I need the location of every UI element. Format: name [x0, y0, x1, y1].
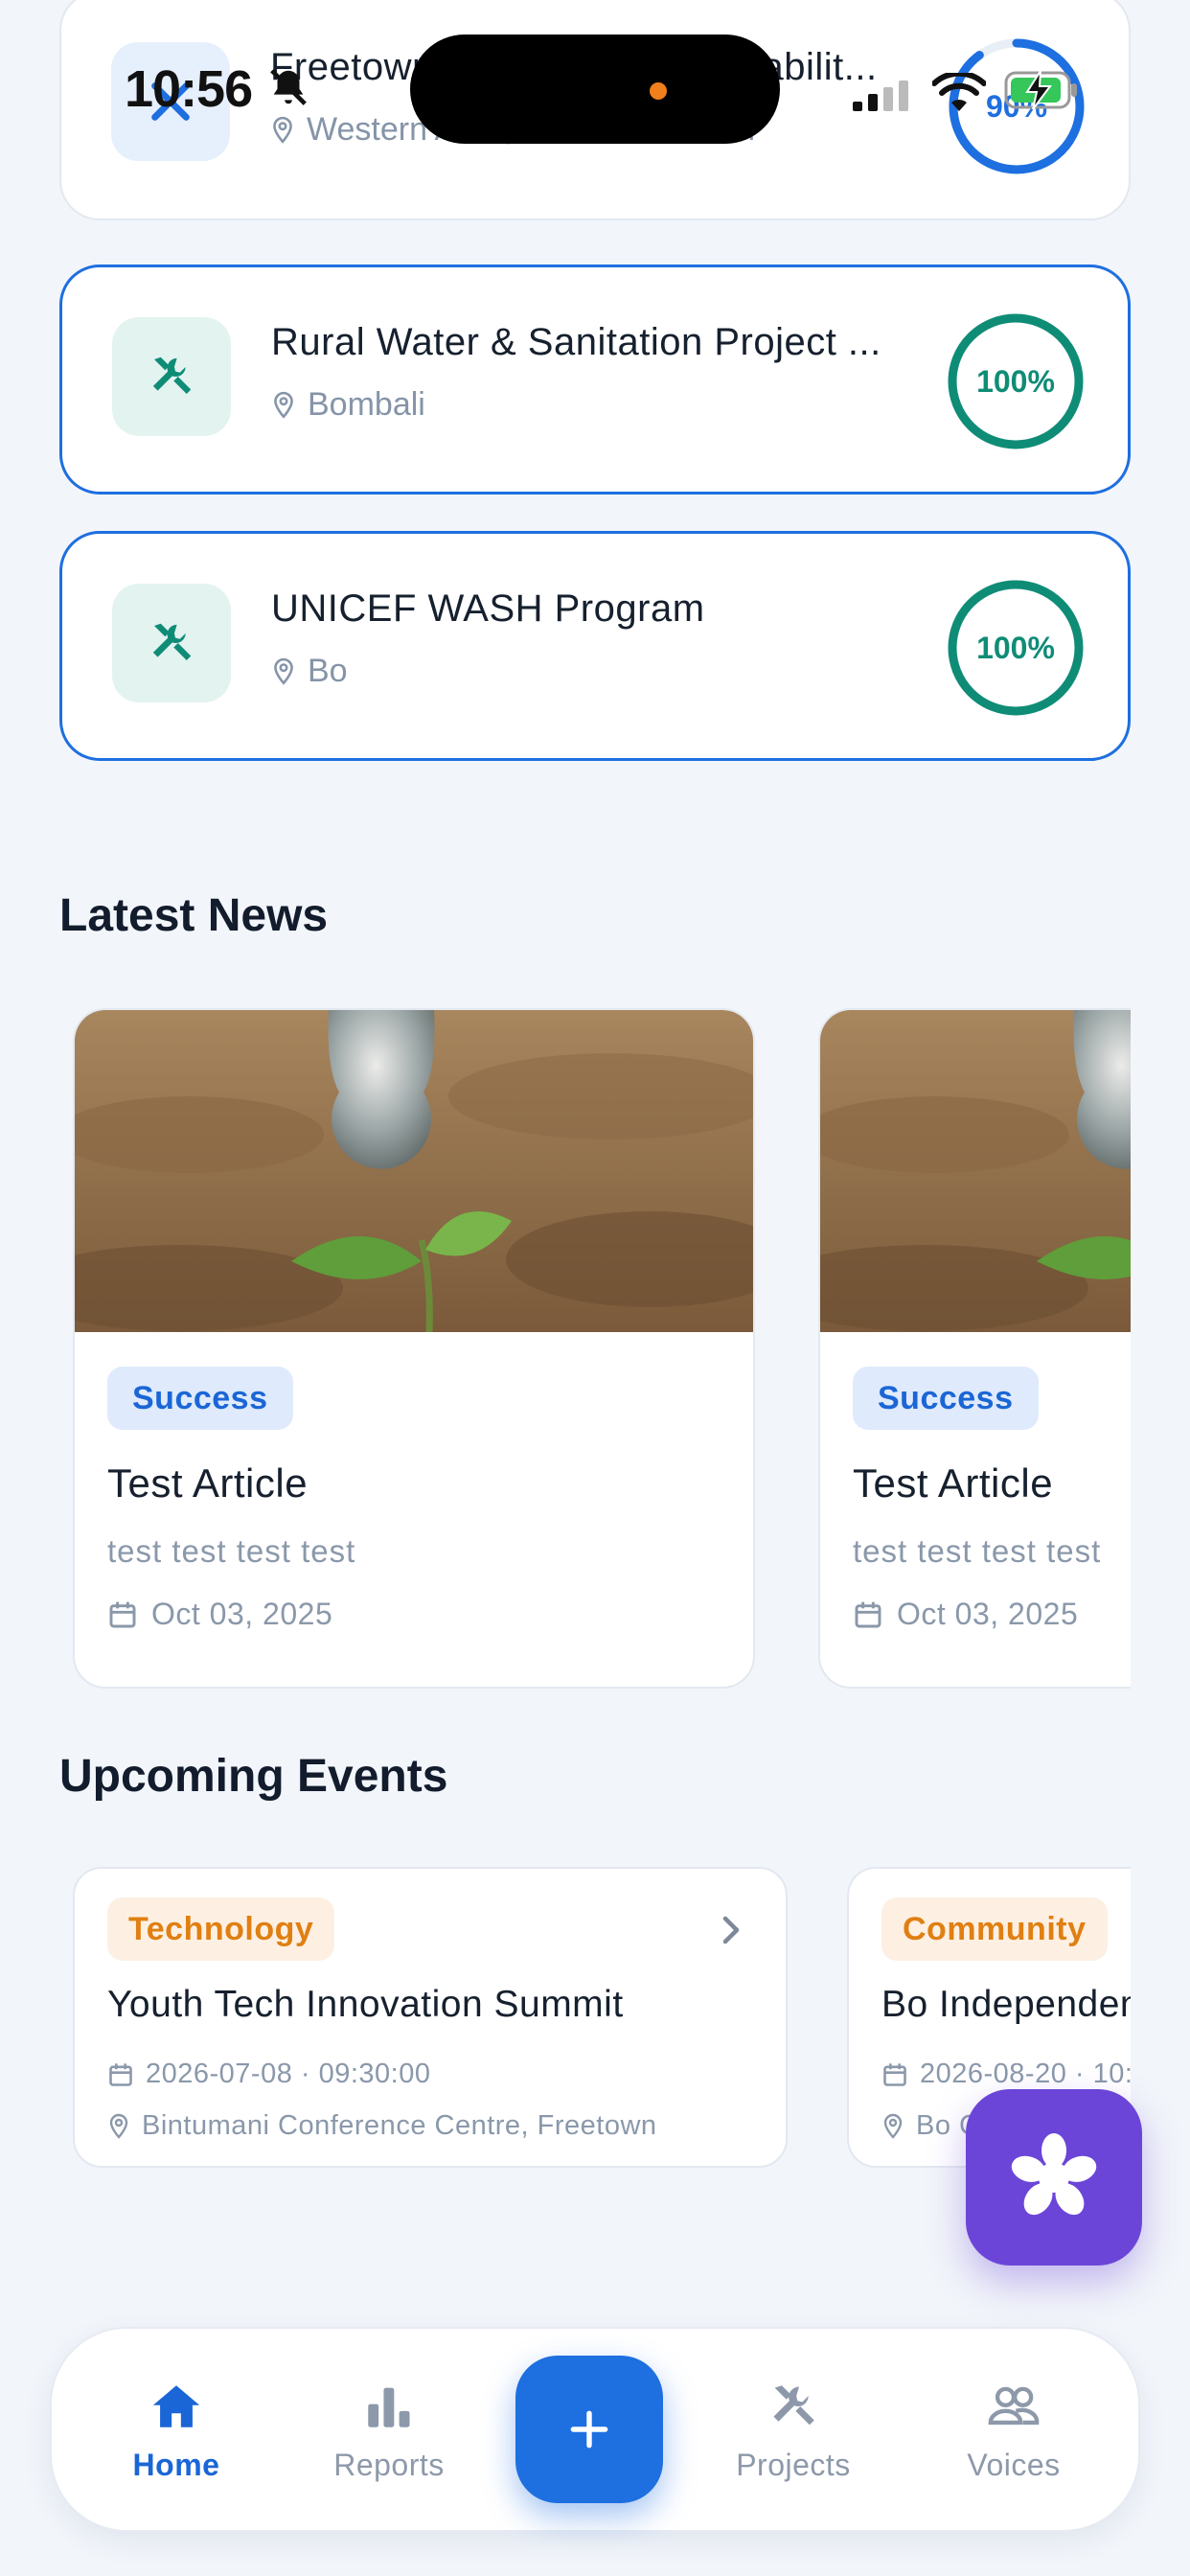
news-category-badge: Success: [853, 1367, 1039, 1430]
event-datetime-text: 2026-07-08 · 09:30:00: [146, 2058, 431, 2089]
news-snippet: test test test test: [107, 1533, 356, 1569]
chevron-right-icon[interactable]: [717, 1913, 745, 1947]
project-location-text: Bombali: [308, 386, 425, 423]
news-carousel[interactable]: Success Test Article test test test test…: [59, 997, 1131, 1706]
people-icon: [988, 2386, 1040, 2426]
location-pin-icon: [883, 2113, 903, 2139]
news-snippet: test test test test: [853, 1533, 1102, 1569]
news-date: Oct 03, 2025: [853, 1597, 1078, 1632]
calendar-icon: [855, 1601, 881, 1627]
event-venue: Bintumani Conference Centre, Freetown: [107, 2110, 657, 2142]
nav-projects[interactable]: Projects: [707, 2379, 880, 2503]
status-time: 10:56: [125, 60, 253, 118]
nav-home[interactable]: Home: [90, 2379, 263, 2503]
project-card[interactable]: UNICEF WASH Program Bo 100%: [59, 531, 1131, 761]
recording-dot: [650, 82, 667, 100]
project-icon-tile: [112, 584, 231, 702]
event-card[interactable]: Technology Youth Tech Innovation Summit …: [73, 1867, 788, 2168]
project-title: Rural Water & Sanitation Project ...: [271, 321, 881, 363]
project-location: Bo: [271, 653, 348, 690]
upcoming-events-heading: Upcoming Events: [59, 1751, 448, 1802]
event-datetime-text: 2026-08-20 · 10:00:00: [920, 2058, 1131, 2089]
news-title: Test Article: [107, 1460, 309, 1506]
cellular-signal-icon: [853, 80, 908, 111]
battery-charging-icon: [1004, 70, 1077, 110]
news-card[interactable]: Success Test Article test test test test…: [818, 1008, 1131, 1689]
nav-voices[interactable]: Voices: [927, 2379, 1100, 2503]
location-pin-icon: [109, 2113, 128, 2139]
news-date-text: Oct 03, 2025: [151, 1597, 333, 1631]
event-datetime: 2026-08-20 · 10:00:00: [881, 2058, 1131, 2090]
plus-icon: [570, 2410, 608, 2449]
event-datetime: 2026-07-08 · 09:30:00: [107, 2058, 431, 2090]
tools-icon: [152, 623, 192, 660]
latest-news-heading: Latest News: [59, 890, 329, 941]
news-date-text: Oct 03, 2025: [897, 1597, 1079, 1631]
nav-home-label: Home: [132, 2448, 220, 2482]
event-category-badge: Community: [881, 1898, 1108, 1961]
event-title: Bo Independence Day: [881, 1984, 1131, 2025]
news-title: Test Article: [853, 1460, 1054, 1506]
project-icon-tile: [112, 317, 231, 436]
bar-chart-icon: [368, 2387, 410, 2427]
progress-label: 100%: [976, 630, 1055, 665]
project-title: UNICEF WASH Program: [271, 587, 705, 630]
location-pin-icon: [274, 657, 293, 685]
nav-projects-label: Projects: [736, 2448, 851, 2482]
event-category-badge: Technology: [107, 1898, 335, 1961]
asterisk-icon: [1011, 2133, 1097, 2216]
add-report-button[interactable]: [515, 2356, 663, 2503]
news-date: Oct 03, 2025: [107, 1597, 332, 1632]
status-bar: 10:56: [0, 0, 1190, 144]
progress-label: 100%: [976, 363, 1055, 399]
news-image-seedling-waterdrop: [820, 1010, 1131, 1332]
bottom-navigation: Home Reports Projects Voices: [50, 2327, 1140, 2532]
assistant-fab-button[interactable]: [966, 2089, 1142, 2266]
project-location: Bombali: [271, 386, 425, 424]
nav-reports[interactable]: Reports: [303, 2379, 475, 2503]
calendar-icon: [883, 2062, 906, 2086]
nav-voices-label: Voices: [967, 2448, 1061, 2482]
event-venue-text: Bintumani Conference Centre, Freetown: [142, 2110, 657, 2141]
news-category-badge: Success: [107, 1367, 293, 1430]
wifi-icon: [932, 73, 986, 111]
news-image-seedling-waterdrop: [75, 1010, 753, 1332]
project-location-text: Bo: [308, 653, 348, 689]
event-title: Youth Tech Innovation Summit: [107, 1984, 624, 2025]
nav-reports-label: Reports: [333, 2448, 445, 2482]
project-card[interactable]: Rural Water & Sanitation Project ... Bom…: [59, 264, 1131, 494]
calendar-icon: [109, 2062, 132, 2086]
tools-icon: [152, 356, 192, 394]
tools-icon: [773, 2385, 814, 2426]
dynamic-island: [410, 34, 780, 144]
news-card[interactable]: Success Test Article test test test test…: [73, 1008, 755, 1689]
calendar-icon: [109, 1601, 136, 1627]
location-pin-icon: [274, 391, 293, 419]
home-icon: [152, 2385, 200, 2427]
bell-off-icon: [270, 69, 307, 105]
